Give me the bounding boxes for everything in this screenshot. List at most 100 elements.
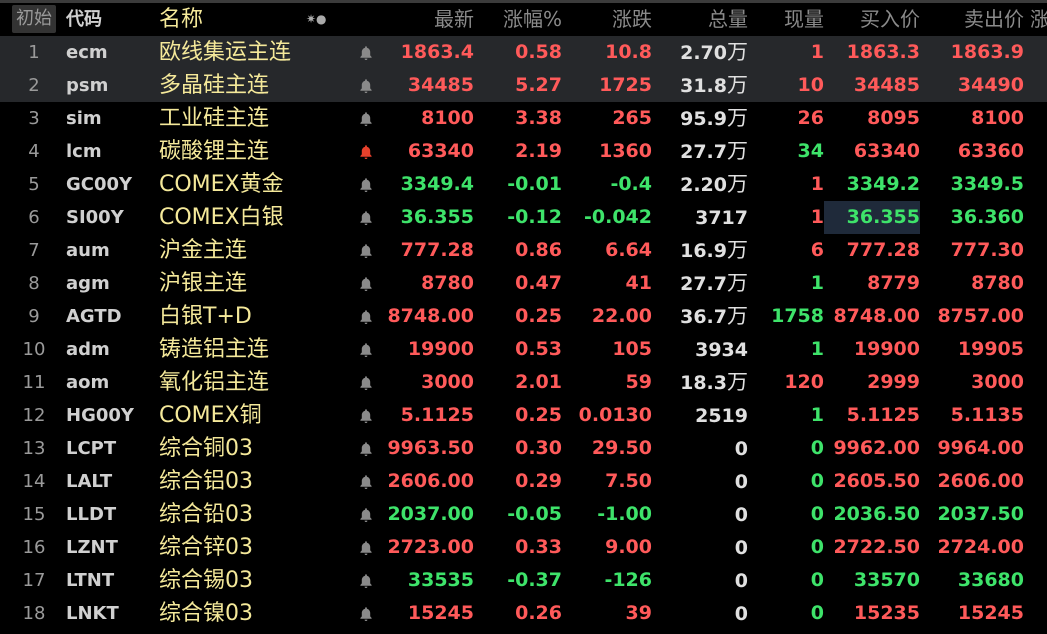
last-price: 2723.00 <box>387 536 474 558</box>
table-row[interactable]: 17 LTNT 综合锡03 33535 -0.37 -126 0 0 33570 33680 <box>0 564 1047 597</box>
sort-reset-button[interactable]: 初始 <box>12 5 56 33</box>
bell-icon[interactable] <box>352 168 380 201</box>
table-row[interactable]: 15 LLDT 综合铅03 2037.00 -0.05 -1.00 0 0 2036.50 203… <box>0 498 1047 531</box>
volume-unit: 万 <box>727 238 748 262</box>
ask-price: 36.360 <box>950 206 1024 228</box>
contract-name: 工业硅主连 <box>159 106 270 131</box>
change-amount: -0.4 <box>610 173 652 195</box>
bell-icon[interactable] <box>352 465 380 498</box>
table-row[interactable]: 16 LZNT 综合锌03 2723.00 0.33 9.00 0 0 2722.50 2724.… <box>0 531 1047 564</box>
last-price: 3349.4 <box>400 173 474 195</box>
bell-icon[interactable] <box>352 597 380 630</box>
change-percent: 5.27 <box>515 74 562 96</box>
bell-icon[interactable] <box>352 366 380 399</box>
column-header-code[interactable]: 代码 <box>66 3 156 36</box>
change-percent: -0.12 <box>507 206 562 228</box>
contract-name: 综合铅03 <box>159 502 253 527</box>
volume-value: 0 <box>734 570 748 592</box>
bell-icon[interactable] <box>352 399 380 432</box>
table-row[interactable]: 1 ecm 欧线集运主连 1863.4 0.58 10.8 2.70万 1 1863.3 1863… <box>0 36 1047 69</box>
contract-code: LZNT <box>66 537 118 558</box>
contract-name: 多晶硅主连 <box>159 73 270 98</box>
change-amount: 105 <box>612 338 652 360</box>
ask-price: 2606.00 <box>937 470 1024 492</box>
bell-icon[interactable] <box>352 267 380 300</box>
change-amount: 0.0130 <box>578 404 652 426</box>
change-amount: 9.00 <box>605 536 652 558</box>
volume-unit: 万 <box>727 40 748 64</box>
change-amount: -1.00 <box>597 503 652 525</box>
volume-value: 0 <box>734 438 748 460</box>
contract-name: COMEX铜 <box>159 403 262 428</box>
change-percent: 0.29 <box>515 470 562 492</box>
bell-icon[interactable] <box>352 498 380 531</box>
table-row[interactable]: 3 sim 工业硅主连 8100 3.38 265 95.9万 26 8095 8100 <box>0 102 1047 135</box>
total-volume: 27.7万 <box>652 267 748 300</box>
change-amount: 265 <box>612 107 652 129</box>
change-percent: 0.30 <box>515 437 562 459</box>
row-index: 16 <box>22 537 46 558</box>
column-settings-icon[interactable]: ✷● <box>306 3 340 36</box>
bell-icon[interactable] <box>352 201 380 234</box>
bid-price: 1863.3 <box>846 41 920 63</box>
column-header-volume[interactable]: 总量 <box>652 3 748 36</box>
table-row[interactable]: 6 SI00Y COMEX白银 36.355 -0.12 -0.042 3717 1 36.35… <box>0 201 1047 234</box>
volume-unit: 万 <box>727 172 748 196</box>
bid-price: 15235 <box>853 602 920 624</box>
total-volume: 0 <box>652 465 748 498</box>
bell-icon[interactable] <box>352 300 380 333</box>
table-row[interactable]: 11 aom 氧化铝主连 3000 2.01 59 18.3万 120 2999 3000 <box>0 366 1047 399</box>
bell-icon[interactable] <box>352 333 380 366</box>
change-percent: 3.38 <box>515 107 562 129</box>
bell-icon[interactable] <box>352 432 380 465</box>
change-amount: 10.8 <box>605 41 652 63</box>
change-amount: 22.00 <box>591 305 652 327</box>
column-header-bid[interactable]: 买入价 <box>824 3 920 36</box>
last-price: 63340 <box>407 140 474 162</box>
bell-icon[interactable] <box>352 36 380 69</box>
last-price: 19900 <box>407 338 474 360</box>
table-row[interactable]: 9 AGTD 白银T+D 8748.00 0.25 22.00 36.7万 1758 8748.… <box>0 300 1047 333</box>
row-index: 10 <box>22 339 46 360</box>
total-volume: 18.3万 <box>652 366 748 399</box>
column-header-ask[interactable]: 卖出价 <box>920 3 1024 36</box>
table-row[interactable]: 18 LNKT 综合镍03 15245 0.26 39 0 0 15235 15245 <box>0 597 1047 630</box>
volume-value: 2.70 <box>680 42 727 64</box>
bell-icon[interactable] <box>352 531 380 564</box>
total-volume: 0 <box>652 564 748 597</box>
row-index: 9 <box>28 306 40 327</box>
change-amount: 1360 <box>599 140 652 162</box>
table-row[interactable]: 7 aum 沪金主连 777.28 0.86 6.64 16.9万 6 777.28 777.30 <box>0 234 1047 267</box>
ask-price: 63360 <box>957 140 1024 162</box>
bell-icon[interactable] <box>352 234 380 267</box>
table-row[interactable]: 8 agm 沪银主连 8780 0.47 41 27.7万 1 8779 8780 <box>0 267 1047 300</box>
bell-icon[interactable] <box>352 69 380 102</box>
table-row[interactable]: 14 LALT 综合铝03 2606.00 0.29 7.50 0 0 2605.50 2606.… <box>0 465 1047 498</box>
column-header-last[interactable]: 最新 <box>380 3 474 36</box>
current-volume: 0 <box>810 470 824 492</box>
quote-table: 初始 代码 名称 ✷● 最新 涨幅% 涨跌 总量 现量 买入价 卖出价 涨 1 e… <box>0 3 1047 630</box>
ask-price: 2037.50 <box>937 503 1024 525</box>
change-percent: 0.53 <box>515 338 562 360</box>
contract-code: AGTD <box>66 306 122 327</box>
table-row[interactable]: 10 adm 铸造铝主连 19900 0.53 105 3934 1 19900 19905 <box>0 333 1047 366</box>
column-header-current-volume[interactable]: 现量 <box>748 3 824 36</box>
total-volume: 16.9万 <box>652 234 748 267</box>
column-header-pct[interactable]: 涨幅% <box>474 3 562 36</box>
bell-alert-icon[interactable] <box>352 135 380 168</box>
bid-price: 2999 <box>867 371 920 393</box>
last-price: 34485 <box>407 74 474 96</box>
change-percent: 0.58 <box>515 41 562 63</box>
table-row[interactable]: 13 LCPT 综合铜03 9963.50 0.30 29.50 0 0 9962.00 9964… <box>0 432 1047 465</box>
table-row[interactable]: 5 GC00Y COMEX黄金 3349.4 -0.01 -0.4 2.20万 1 3349.2… <box>0 168 1047 201</box>
column-header-chg[interactable]: 涨跌 <box>562 3 652 36</box>
table-row[interactable]: 12 HG00Y COMEX铜 5.1125 0.25 0.0130 2519 1 5.1125… <box>0 399 1047 432</box>
column-header-overflow[interactable]: 涨 <box>1030 3 1047 36</box>
change-amount: 7.50 <box>605 470 652 492</box>
current-volume: 34 <box>797 140 824 162</box>
table-row[interactable]: 4 lcm 碳酸锂主连 63340 2.19 1360 27.7万 34 63340 63360 <box>0 135 1047 168</box>
volume-value: 36.7 <box>680 306 727 328</box>
bell-icon[interactable] <box>352 564 380 597</box>
table-row[interactable]: 2 psm 多晶硅主连 34485 5.27 1725 31.8万 10 34485 34490 <box>0 69 1047 102</box>
bell-icon[interactable] <box>352 102 380 135</box>
